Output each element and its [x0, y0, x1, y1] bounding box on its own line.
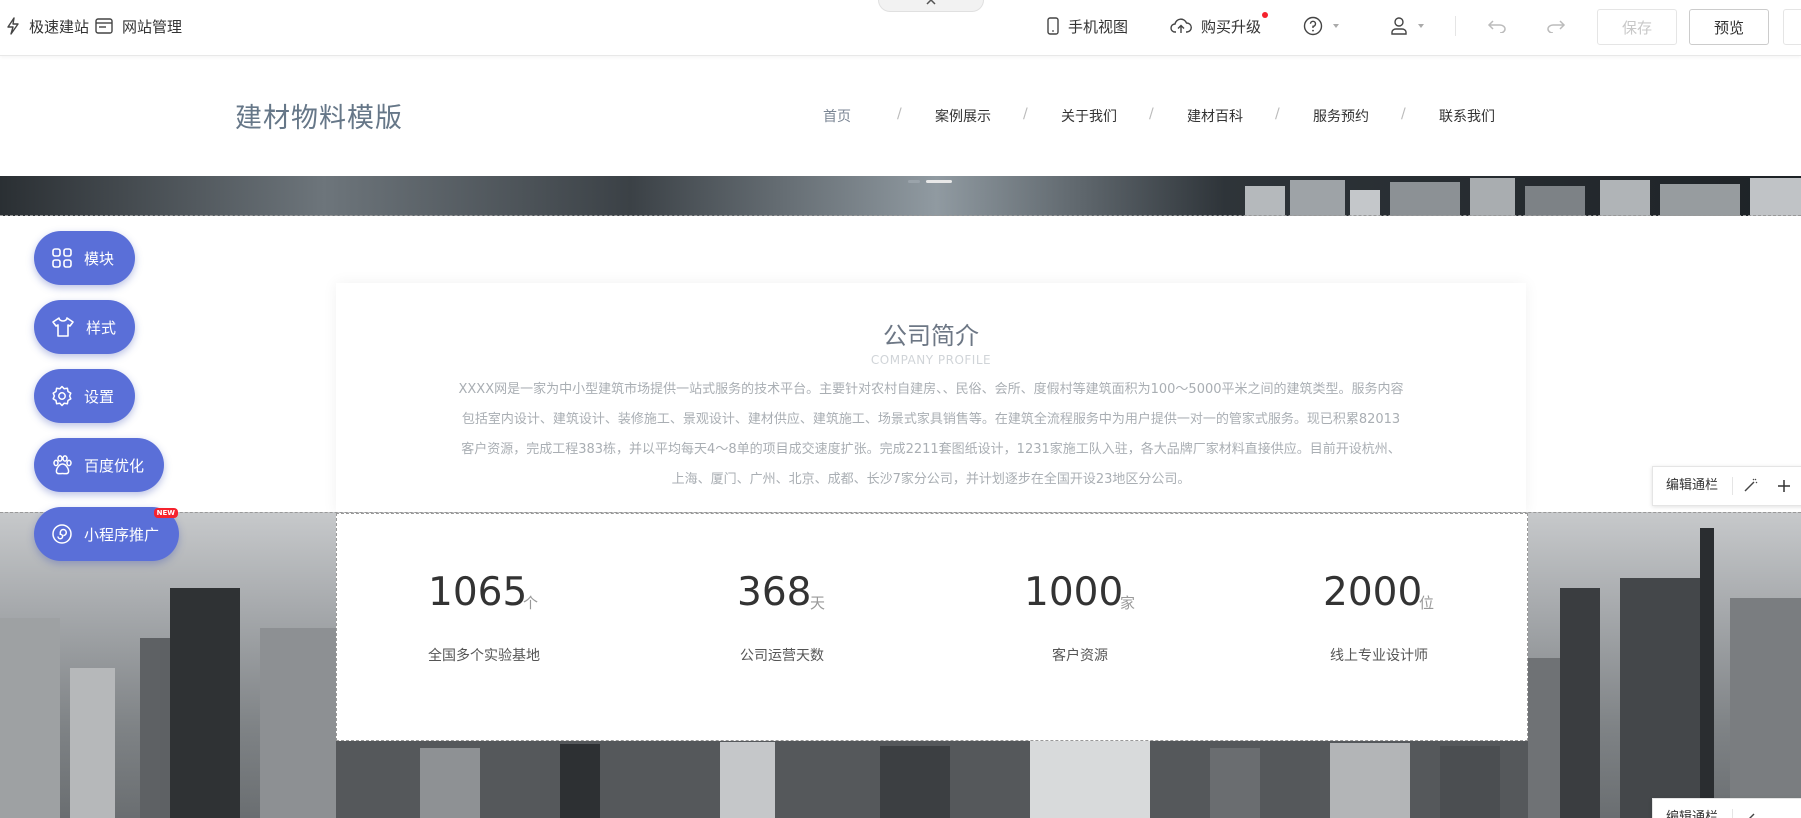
edit-section-button[interactable]: 编辑通栏 — [1653, 477, 1734, 495]
undo-button[interactable] — [1487, 0, 1516, 52]
nav-separator: / — [1023, 106, 1028, 122]
grid-icon — [52, 248, 72, 268]
carousel-indicator[interactable] — [908, 180, 952, 183]
stats-card — [336, 513, 1528, 741]
caret-down-icon — [1333, 24, 1339, 28]
edit-section-toolbar: 编辑通栏 — [1652, 466, 1801, 506]
nav-home[interactable]: 首页 — [823, 106, 851, 126]
nav-separator: / — [1149, 106, 1154, 122]
settings-label: 设置 — [84, 387, 115, 406]
preview-button[interactable]: 预览 — [1689, 9, 1769, 45]
company-profile-card: 公司简介 COMPANY PROFILE XXXX网是一家为中小型建筑市场提供一… — [336, 283, 1526, 513]
stat-unit: 天 — [810, 594, 826, 612]
collapse-toolbar-tab[interactable] — [878, 0, 984, 12]
nav-contact[interactable]: 联系我们 — [1439, 106, 1495, 126]
toolbar-divider — [1455, 16, 1456, 36]
carousel-dot[interactable] — [908, 180, 920, 183]
chevron-up-icon — [926, 0, 936, 5]
profile-title: 公司简介 — [883, 322, 979, 350]
gear-icon — [52, 385, 72, 407]
stat-unit: 位 — [1419, 594, 1435, 612]
section-boundary — [0, 512, 1801, 513]
mini-program-icon — [52, 524, 72, 544]
undo-icon — [1487, 20, 1506, 33]
caret-down-icon — [1418, 24, 1424, 28]
baidu-seo-button[interactable]: 百度优化 — [34, 438, 164, 492]
stat-value: 368 — [737, 570, 812, 615]
cloud-upload-icon — [1170, 18, 1192, 33]
site-manage-button[interactable]: 网站管理 — [95, 0, 182, 52]
browser-window-icon — [95, 18, 113, 34]
profile-description: XXXX网是一家为中小型建筑市场提供一站式服务的技术平台。主要针对农村自建房、、… — [458, 382, 1404, 487]
style-label: 样式 — [86, 318, 117, 337]
edit-section-toolbar: 编辑通栏 — [1652, 798, 1801, 818]
nav-about[interactable]: 关于我们 — [1061, 106, 1117, 126]
quick-build-button[interactable]: 极速建站 — [6, 0, 89, 52]
stat-label: 客户资源 — [1052, 648, 1108, 664]
section-boundary — [0, 215, 1801, 216]
magic-wand-button[interactable] — [1733, 810, 1767, 818]
module-button[interactable]: 模块 — [34, 231, 135, 285]
banner-image — [0, 176, 1801, 216]
plus-icon — [1778, 480, 1791, 492]
baidu-seo-label: 百度优化 — [84, 456, 145, 475]
mini-program-button[interactable]: 小程序推广 NEW — [34, 507, 179, 561]
profile-subtitle: COMPANY PROFILE — [870, 353, 992, 367]
more-button[interactable] — [1783, 9, 1801, 45]
magic-wand-button[interactable] — [1733, 478, 1767, 494]
stat-label: 线上专业设计师 — [1330, 648, 1428, 664]
nav-booking[interactable]: 服务预约 — [1313, 106, 1369, 126]
paw-icon — [53, 455, 72, 475]
nav-cases[interactable]: 案例展示 — [935, 106, 991, 126]
magic-wand-icon — [1749, 813, 1755, 818]
buy-upgrade-label: 购买升级 — [1201, 17, 1262, 36]
edit-section-button[interactable]: 编辑通栏 — [1653, 809, 1734, 818]
stat-value: 1000 — [1024, 570, 1124, 615]
buy-upgrade-button[interactable]: 购买升级 — [1170, 0, 1261, 52]
stat-unit: 个 — [523, 594, 539, 612]
redo-button[interactable] — [1546, 0, 1575, 52]
tshirt-icon — [52, 317, 74, 337]
mobile-view-label: 手机视图 — [1068, 17, 1129, 36]
mobile-view-button[interactable]: 手机视图 — [1047, 0, 1128, 52]
redo-icon — [1547, 20, 1566, 33]
user-icon — [1391, 17, 1407, 35]
magic-wand-icon — [1744, 478, 1758, 492]
lightning-icon — [7, 17, 19, 35]
site-logo[interactable]: 建材物料模版 — [235, 96, 403, 135]
module-label: 模块 — [84, 249, 115, 268]
nav-separator: / — [897, 106, 902, 122]
settings-button[interactable]: 设置 — [34, 369, 135, 423]
stat-unit: 家 — [1120, 594, 1136, 612]
mobile-phone-icon — [1047, 17, 1059, 35]
notification-dot — [1262, 12, 1268, 18]
save-button[interactable]: 保存 — [1597, 9, 1677, 45]
style-button[interactable]: 样式 — [34, 300, 135, 354]
nav-separator: / — [1401, 106, 1406, 122]
stat-label: 公司运营天数 — [740, 648, 824, 664]
question-circle-icon — [1303, 16, 1323, 36]
mini-program-label: 小程序推广 — [84, 525, 160, 544]
help-dropdown[interactable] — [1303, 0, 1349, 52]
quick-build-label: 极速建站 — [29, 17, 90, 36]
carousel-dot-active[interactable] — [926, 180, 952, 183]
stat-label: 全国多个实验基地 — [428, 648, 540, 664]
add-section-button[interactable] — [1767, 479, 1801, 493]
nav-separator: / — [1275, 106, 1280, 122]
editor-toolbar: 极速建站 网站管理 手机视图 购买升级 保存 预览 — [0, 0, 1801, 56]
stat-value: 2000 — [1323, 570, 1423, 615]
site-manage-label: 网站管理 — [122, 17, 183, 36]
new-badge: NEW — [153, 508, 178, 518]
stat-value: 1065 — [428, 570, 528, 615]
user-dropdown[interactable] — [1390, 0, 1434, 52]
nav-encyclopedia[interactable]: 建材百科 — [1187, 106, 1243, 126]
